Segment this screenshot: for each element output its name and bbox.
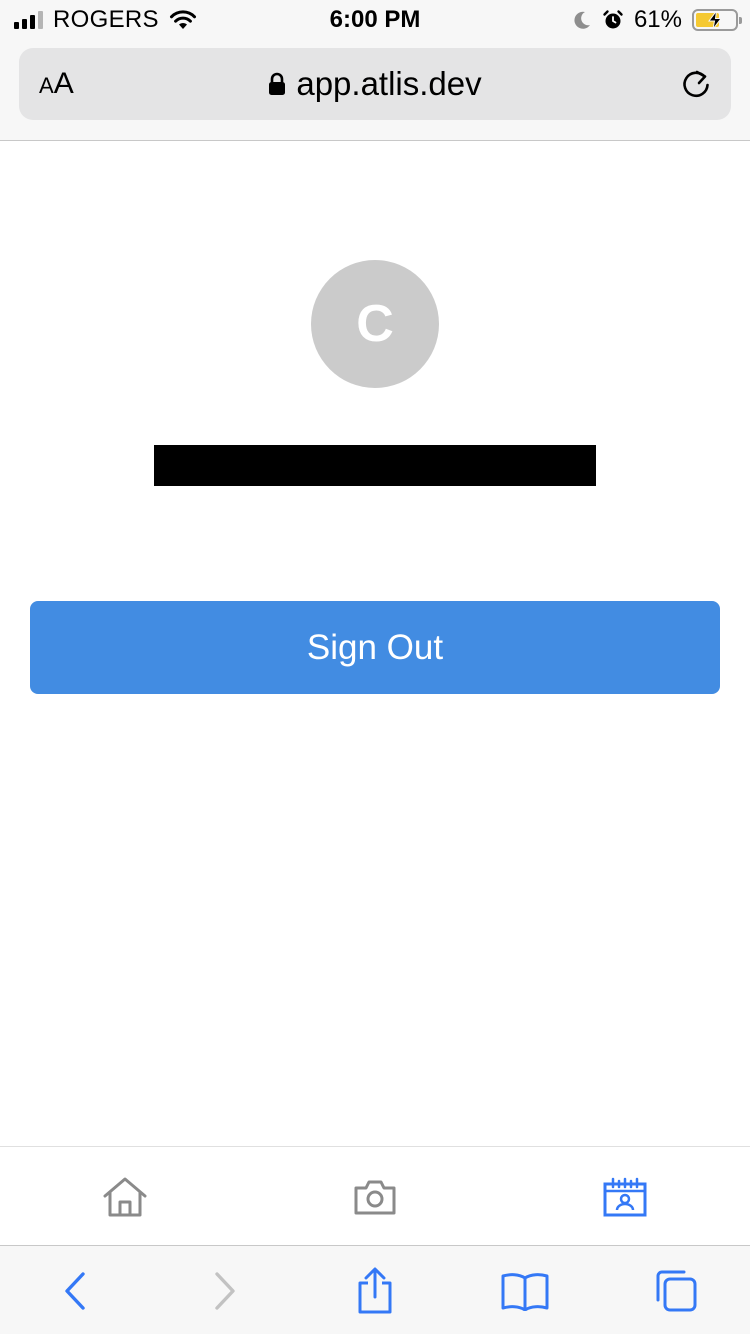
back-button[interactable] [0, 1246, 150, 1335]
status-bar: ROGERS 6:00 PM 61% [0, 0, 750, 40]
sign-out-label: Sign Out [306, 627, 444, 667]
status-right: 61% [572, 6, 742, 34]
home-icon [103, 1177, 147, 1216]
back-icon [65, 1271, 85, 1310]
reload-icon[interactable] [679, 66, 713, 102]
share-icon [358, 1267, 392, 1313]
battery-nub [739, 17, 742, 24]
tabs-button[interactable] [600, 1246, 750, 1335]
tabs-icon [656, 1270, 697, 1311]
charging-bolt-icon [708, 11, 723, 29]
battery-icon [692, 9, 742, 31]
calendar-person-icon [603, 1177, 647, 1216]
avatar-initial: C [356, 295, 394, 353]
forward-button[interactable] [150, 1246, 300, 1335]
browser-top-bar: AA app.atlis.dev [0, 40, 750, 141]
avatar: C [311, 260, 439, 388]
bookmarks-button[interactable] [450, 1246, 600, 1335]
sign-out-button[interactable]: Sign Out [30, 601, 720, 694]
moon-icon [574, 11, 590, 29]
battery-percent: 61% [633, 6, 682, 33]
tab-profile[interactable] [500, 1147, 750, 1246]
share-button[interactable] [300, 1246, 450, 1335]
lock-icon [269, 72, 286, 95]
redacted-user-name [154, 445, 596, 486]
browser-bottom-toolbar [0, 1245, 750, 1334]
tab-home[interactable] [0, 1147, 250, 1246]
url-display[interactable]: app.atlis.dev [19, 48, 731, 120]
forward-icon [215, 1271, 235, 1310]
alarm-icon [603, 10, 623, 29]
camera-icon [354, 1180, 396, 1214]
address-bar[interactable]: AA app.atlis.dev [19, 48, 731, 120]
url-text: app.atlis.dev [296, 65, 482, 102]
tab-camera[interactable] [250, 1147, 500, 1246]
bookmarks-icon [501, 1272, 549, 1311]
app-tab-bar [0, 1146, 750, 1245]
